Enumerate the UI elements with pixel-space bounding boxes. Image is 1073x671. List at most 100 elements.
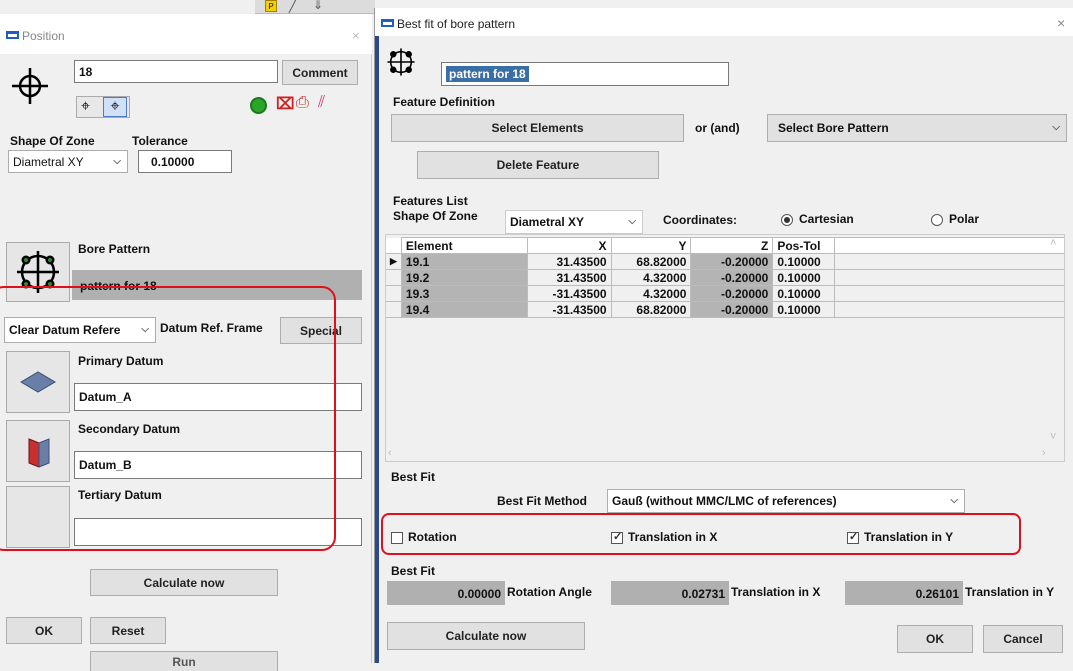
position-calculate-button[interactable]: Calculate now — [90, 569, 278, 596]
bestfit-left-border — [375, 36, 379, 663]
scroll-up-icon[interactable]: ˄ — [1050, 237, 1056, 249]
cell-z[interactable]: -0.20000 — [690, 253, 774, 270]
bestfit-name-input[interactable]: pattern for 18 — [441, 62, 729, 86]
column-header-pos-tol[interactable]: Pos-Tol — [772, 237, 836, 254]
chart-icon[interactable]: ⫽ — [318, 94, 325, 112]
cartesian-radio[interactable]: Cartesian — [781, 212, 854, 226]
translation-x-result-label: Translation in X — [731, 585, 821, 599]
cell-z[interactable]: -0.20000 — [690, 269, 774, 286]
p-icon[interactable]: P — [265, 0, 277, 12]
column-header-x[interactable]: X — [526, 237, 612, 254]
features-shape-select[interactable]: Diametral XY ⌵ — [505, 210, 643, 234]
position-name-input[interactable]: 18 — [74, 60, 278, 83]
best-fit-method-label: Best Fit Method — [497, 494, 587, 508]
top-toolbar: P ╱ ⇓ — [255, 0, 375, 14]
bestfit-name-value: pattern for 18 — [446, 66, 529, 82]
cell-element[interactable]: 19.1 — [400, 253, 528, 270]
green-circle-icon[interactable] — [250, 97, 267, 114]
cell-x[interactable]: -31.43500 — [526, 285, 612, 302]
cell-y[interactable]: 4.32000 — [610, 285, 692, 302]
table-header-row: Element X Y Z Pos-Tol — [386, 237, 1064, 254]
best-fit-method-select[interactable]: Gauß (without MMC/LMC of references) ⌵ — [607, 489, 965, 513]
window-icon — [6, 31, 19, 39]
features-list-label: Features List — [393, 194, 468, 208]
scroll-down-icon[interactable]: ˅ — [1050, 431, 1056, 443]
position-small-icon[interactable]: ⌖ — [81, 98, 90, 116]
cell-filler — [834, 301, 1064, 318]
run-label: Run — [172, 655, 196, 669]
cell-z[interactable]: -0.20000 — [690, 301, 774, 318]
close-icon[interactable]: × — [352, 28, 360, 43]
cell-x[interactable]: 31.43500 — [526, 269, 612, 286]
scroll-right-icon[interactable]: › — [1042, 447, 1046, 459]
select-elements-button[interactable]: Select Elements — [391, 114, 684, 142]
window-icon — [381, 19, 394, 27]
position-title: Position — [22, 29, 65, 43]
features-table-container[interactable]: Element X Y Z Pos-Tol ▶ 19.1 31.43500 68.82… — [385, 234, 1065, 462]
cell-pos-tol[interactable]: 0.10000 — [772, 285, 836, 302]
bestfit-group1-label: Best Fit — [391, 470, 436, 484]
shape-of-zone-select[interactable]: Diametral XY ⌵ — [8, 150, 128, 173]
bestfit-calculate-button[interactable]: Calculate now — [387, 622, 585, 650]
print-icon[interactable]: ⎙ — [296, 94, 309, 112]
position-titlebar: Position × — [0, 14, 372, 54]
bestfit-group2-label: Best Fit — [391, 564, 436, 578]
cell-pos-tol[interactable]: 0.10000 — [772, 301, 836, 318]
features-shape-value: Diametral XY — [510, 215, 585, 229]
polar-radio[interactable]: Polar — [931, 212, 979, 226]
close-icon[interactable]: × — [1057, 15, 1065, 31]
select-bore-pattern-select[interactable]: Select Bore Pattern ⌵ — [767, 114, 1067, 142]
arrow-down-icon[interactable]: ⇓ — [313, 0, 323, 12]
comment-button[interactable]: Comment — [282, 60, 358, 85]
chevron-down-icon: ⌵ — [113, 155, 121, 167]
delete-feature-button[interactable]: Delete Feature — [417, 151, 659, 179]
column-header-z[interactable]: Z — [690, 237, 774, 254]
column-header-element[interactable]: Element — [400, 237, 528, 254]
bestfit-cancel-button[interactable]: Cancel — [983, 625, 1063, 653]
cartesian-label: Cartesian — [799, 212, 854, 226]
bestfit-ok-button[interactable]: OK — [897, 625, 973, 653]
tolerance-label: Tolerance — [132, 134, 188, 148]
cell-pos-tol[interactable]: 0.10000 — [772, 253, 836, 270]
cell-filler — [834, 269, 1064, 286]
best-fit-method-value: Gauß (without MMC/LMC of references) — [612, 494, 837, 508]
chevron-down-icon: ⌵ — [1052, 121, 1060, 133]
column-header-y[interactable]: Y — [610, 237, 692, 254]
position-selected-icon[interactable]: ⌖ — [103, 97, 127, 117]
translation-x-value-field: 0.02731 — [611, 581, 729, 605]
bestfit-titlebar: Best fit of bore pattern × — [375, 8, 1073, 36]
cell-x[interactable]: 31.43500 — [526, 253, 612, 270]
cell-y[interactable]: 68.82000 — [610, 301, 692, 318]
table-row[interactable]: 19.4 -31.43500 68.82000 -0.20000 0.10000 — [386, 301, 1064, 318]
cell-pos-tol[interactable]: 0.10000 — [772, 269, 836, 286]
row-marker — [386, 269, 402, 286]
row-marker — [386, 285, 402, 302]
cell-element[interactable]: 19.3 — [400, 285, 528, 302]
scroll-left-icon[interactable]: ‹ — [388, 447, 392, 459]
position-reset-button[interactable]: Reset — [90, 617, 166, 644]
table-row[interactable]: 19.2 31.43500 4.32000 -0.20000 0.10000 — [386, 269, 1064, 286]
cell-y[interactable]: 68.82000 — [610, 253, 692, 270]
run-button-partial[interactable]: Run — [90, 651, 278, 671]
radio-checked-icon — [781, 213, 793, 226]
cell-z[interactable]: -0.20000 — [690, 285, 774, 302]
bore-pattern-icon — [387, 48, 415, 76]
table-row[interactable]: ▶ 19.1 31.43500 68.82000 -0.20000 0.10000 — [386, 253, 1064, 270]
cell-y[interactable]: 4.32000 — [610, 269, 692, 286]
tolerance-input[interactable]: 0.10000 — [138, 150, 232, 173]
pencil-icon[interactable]: ╱ — [289, 0, 296, 13]
translation-y-result-label: Translation in Y — [965, 585, 1055, 599]
delete-red-icon[interactable]: ⌧ — [276, 94, 294, 114]
cell-filler — [834, 285, 1064, 302]
bore-pattern-label: Bore Pattern — [78, 242, 151, 256]
filler-header — [834, 237, 1064, 254]
cell-element[interactable]: 19.2 — [400, 269, 528, 286]
cell-x[interactable]: -31.43500 — [526, 301, 612, 318]
select-bore-pattern-label: Select Bore Pattern — [778, 121, 889, 135]
table-horizontal-scrollbar[interactable]: ‹ › — [386, 447, 1064, 461]
position-ok-button[interactable]: OK — [6, 617, 82, 644]
or-and-label: or (and) — [695, 121, 740, 135]
cell-element[interactable]: 19.4 — [400, 301, 528, 318]
datum-highlight-box — [0, 286, 336, 551]
table-row[interactable]: 19.3 -31.43500 4.32000 -0.20000 0.10000 — [386, 285, 1064, 302]
